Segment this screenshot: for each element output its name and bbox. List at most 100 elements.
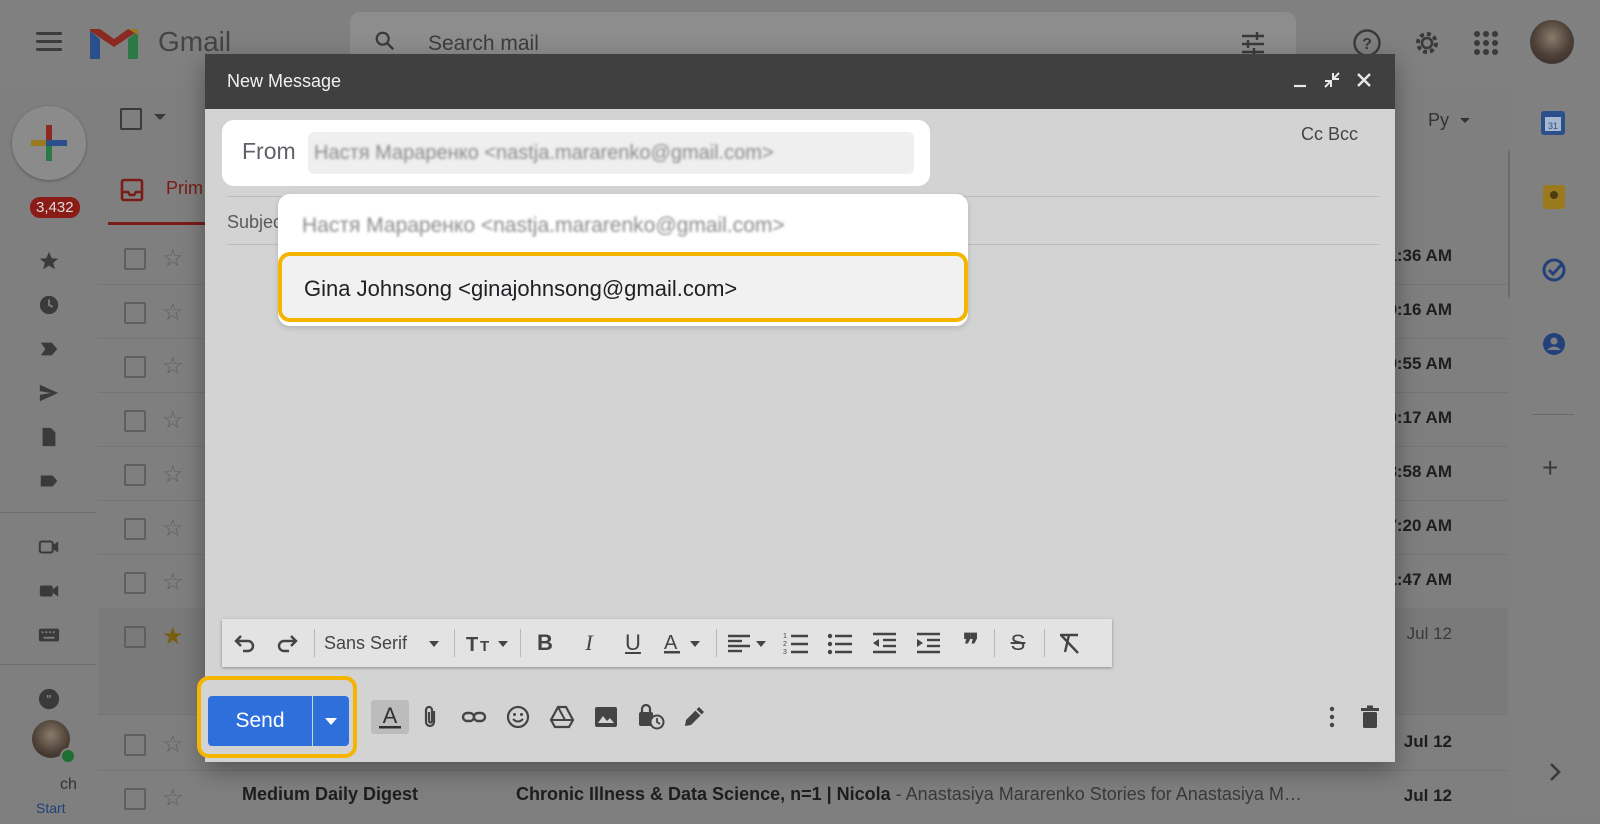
row-checkbox[interactable] xyxy=(124,734,146,756)
important-icon[interactable] xyxy=(38,338,60,360)
star-icon[interactable]: ☆ xyxy=(162,460,184,489)
label-icon[interactable] xyxy=(38,470,60,492)
star-icon[interactable]: ☆ xyxy=(162,514,184,543)
search-options-icon[interactable] xyxy=(1240,32,1266,56)
star-icon[interactable]: ☆ xyxy=(162,244,184,273)
bulleted-list-icon[interactable] xyxy=(826,631,854,655)
star-icon[interactable]: ☆ xyxy=(162,568,184,597)
row-checkbox[interactable] xyxy=(124,572,146,594)
from-field[interactable]: From Настя Марарeнко <nastja.mararenko@g… xyxy=(222,120,930,186)
strikethrough-icon[interactable]: S xyxy=(1004,631,1032,655)
schedule-send-dropdown[interactable] xyxy=(313,696,349,746)
settings-gear-icon[interactable] xyxy=(1412,28,1442,58)
formatting-toolbar: Sans Serif TT B I U A 123 ❞ S xyxy=(222,619,1112,667)
chat-quote-icon[interactable]: " xyxy=(38,688,60,710)
compose-button[interactable] xyxy=(12,106,86,180)
row-checkbox[interactable] xyxy=(124,248,146,270)
signature-pen-icon[interactable] xyxy=(681,704,707,730)
cc-bcc-link[interactable]: Cc Bcc xyxy=(1301,124,1358,145)
more-options-icon[interactable] xyxy=(1319,704,1345,730)
italic-icon[interactable]: I xyxy=(576,631,602,655)
star-icon[interactable]: ☆ xyxy=(162,784,184,813)
remove-formatting-icon[interactable] xyxy=(1056,631,1082,655)
tasks-icon[interactable] xyxy=(1542,258,1566,282)
confidential-mode-icon[interactable] xyxy=(637,703,665,730)
contacts-icon[interactable] xyxy=(1542,332,1566,356)
drive-icon[interactable] xyxy=(549,704,575,730)
discard-trash-icon[interactable] xyxy=(1357,704,1383,730)
expand-panel-chevron-icon[interactable] xyxy=(1548,762,1562,782)
meet-new-icon[interactable] xyxy=(38,536,60,558)
undo-icon[interactable] xyxy=(232,631,258,655)
svg-text:T: T xyxy=(480,638,489,655)
toolbar-separator xyxy=(994,629,995,657)
formatting-options-toggle[interactable]: A xyxy=(371,700,409,734)
row-checkbox[interactable] xyxy=(124,788,146,810)
from-option-1[interactable]: Настя Марарeнко <nastja.mararenko@gmail.… xyxy=(302,214,785,238)
account-avatar[interactable] xyxy=(1530,20,1574,64)
insert-link-icon[interactable] xyxy=(461,704,487,730)
language-menu[interactable]: Py xyxy=(1428,110,1449,131)
from-select[interactable]: Настя Марарeнко <nastja.mararenko@gmail.… xyxy=(308,132,914,174)
meet-video-icon[interactable] xyxy=(38,580,60,602)
apps-grid-icon[interactable] xyxy=(1473,30,1499,56)
indent-more-icon[interactable] xyxy=(914,631,942,655)
exit-fullscreen-icon[interactable] xyxy=(1323,71,1341,89)
row-sender: Medium Daily Digest xyxy=(242,784,419,804)
add-addon-icon[interactable]: + xyxy=(1542,454,1558,482)
from-selected-value: Настя Марарeнко <nastja.mararenko@gmail.… xyxy=(314,142,774,164)
bold-icon[interactable]: B xyxy=(532,631,558,655)
emoji-icon[interactable] xyxy=(505,704,531,730)
quote-icon[interactable]: ❞ xyxy=(958,631,984,661)
star-icon[interactable]: ☆ xyxy=(162,406,184,435)
rail-start-link[interactable]: Start xyxy=(36,800,66,816)
star-icon[interactable]: ☆ xyxy=(162,298,184,327)
starred-icon[interactable] xyxy=(38,250,60,272)
search-input[interactable]: Search mail xyxy=(428,32,539,56)
calendar-icon[interactable]: 31 xyxy=(1540,110,1566,136)
select-all-checkbox[interactable] xyxy=(120,108,142,130)
row-checkbox[interactable] xyxy=(124,302,146,324)
snoozed-clock-icon[interactable] xyxy=(38,294,60,316)
font-chevron-icon[interactable] xyxy=(422,631,446,655)
toolbar-separator xyxy=(1044,629,1045,657)
search-icon[interactable] xyxy=(374,30,396,52)
main-menu-icon[interactable] xyxy=(36,32,62,52)
row-checkbox[interactable] xyxy=(124,464,146,486)
attach-file-icon[interactable] xyxy=(417,704,443,730)
send-button[interactable]: Send xyxy=(208,696,312,746)
select-menu-chevron-icon[interactable] xyxy=(154,114,166,120)
align-icon[interactable] xyxy=(726,631,772,655)
toolbar-separator xyxy=(520,629,521,657)
rail-divider-2 xyxy=(0,664,96,665)
keyboard-icon[interactable] xyxy=(38,624,60,646)
gmail-logo-icon[interactable] xyxy=(88,25,140,61)
star-filled-icon[interactable]: ★ xyxy=(162,622,184,651)
compose-header[interactable]: New Message xyxy=(205,54,1395,109)
svg-text:A: A xyxy=(383,703,398,728)
minimize-icon[interactable] xyxy=(1291,71,1309,89)
font-family-select[interactable]: Sans Serif xyxy=(324,631,420,655)
close-icon[interactable] xyxy=(1355,71,1373,89)
indent-less-icon[interactable] xyxy=(870,631,898,655)
text-size-icon[interactable]: TT xyxy=(464,631,514,656)
row-checkbox[interactable] xyxy=(124,626,146,648)
numbered-list-icon[interactable]: 123 xyxy=(782,631,810,656)
star-icon[interactable]: ☆ xyxy=(162,730,184,759)
insert-photo-icon[interactable] xyxy=(593,704,619,730)
row-checkbox[interactable] xyxy=(124,518,146,540)
toolbar-separator xyxy=(716,629,717,657)
star-icon[interactable]: ☆ xyxy=(162,352,184,381)
from-option-2[interactable]: Gina Johnsong <ginajohnsong@gmail.com> xyxy=(278,252,968,322)
email-row[interactable]: ☆ Medium Daily Digest Chronic Illness & … xyxy=(98,770,1508,824)
tab-primary[interactable]: Prim xyxy=(166,178,203,199)
row-checkbox[interactable] xyxy=(124,410,146,432)
text-color-icon[interactable]: A xyxy=(662,631,706,655)
keep-icon[interactable] xyxy=(1542,184,1566,210)
underline-icon[interactable]: U xyxy=(620,631,646,655)
sent-icon[interactable] xyxy=(38,382,60,404)
language-chevron-icon[interactable] xyxy=(1460,118,1470,123)
drafts-icon[interactable] xyxy=(38,426,60,448)
row-checkbox[interactable] xyxy=(124,356,146,378)
redo-icon[interactable] xyxy=(274,631,300,655)
